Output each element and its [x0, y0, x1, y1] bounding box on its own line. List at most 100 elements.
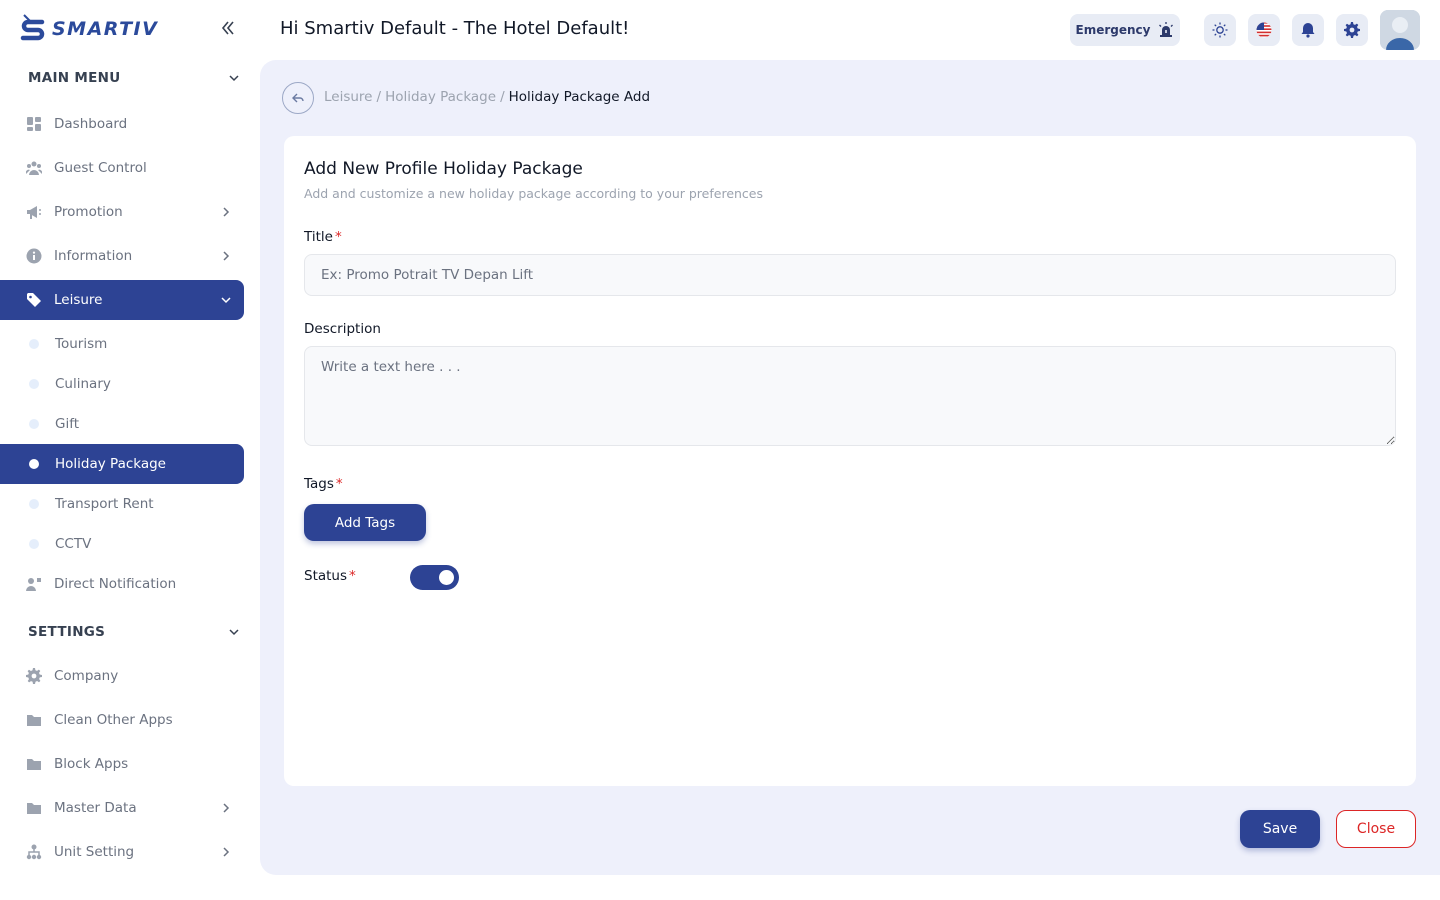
breadcrumb-current: Holiday Package Add	[508, 89, 651, 105]
sidebar-subitem-label: Tourism	[55, 336, 108, 352]
sidebar-item-label: Master Data	[54, 800, 137, 816]
bullet-dot	[29, 459, 39, 469]
status-label-text: Status	[304, 568, 348, 584]
save-button[interactable]: Save	[1240, 810, 1320, 848]
sidebar-subitem-tourism[interactable]: Tourism	[0, 324, 244, 364]
sidebar-subitem-culinary[interactable]: Culinary	[0, 364, 244, 404]
status-toggle[interactable]	[410, 565, 459, 590]
title-label-text: Title	[304, 229, 333, 245]
dashboard-icon	[27, 117, 41, 131]
sidebar-subitem-transport-rent[interactable]: Transport Rent	[0, 484, 244, 524]
bell-icon	[1301, 23, 1315, 38]
bullet-dot	[29, 499, 39, 509]
language-button[interactable]	[1248, 14, 1280, 46]
folder-icon	[27, 715, 41, 726]
notification-user-icon	[26, 578, 41, 591]
logo[interactable]: SMARTIV	[20, 12, 158, 46]
required-marker: *	[334, 229, 342, 245]
sidebar-item-label: Guest Control	[54, 160, 147, 176]
tags-label-text: Tags	[304, 476, 334, 492]
sidebar-subitem-cctv[interactable]: CCTV	[0, 524, 244, 564]
notifications-button[interactable]	[1292, 14, 1324, 46]
emergency-button[interactable]: Emergency	[1070, 14, 1180, 46]
chevron-right-icon	[223, 207, 230, 217]
tags-label: Tags *	[304, 476, 343, 492]
sidebar-item-label: Unit Setting	[54, 844, 135, 860]
smartiv-logo-icon	[20, 14, 45, 41]
users-icon	[26, 161, 42, 175]
add-tags-button[interactable]: Add Tags	[304, 504, 426, 541]
gear-icon	[1344, 22, 1360, 38]
breadcrumb-link-holiday-package[interactable]: Holiday Package	[385, 89, 496, 105]
sidebar-subitem-gift[interactable]: Gift	[0, 404, 244, 444]
sidebar-item-information[interactable]: Information	[0, 236, 244, 276]
chevron-down-icon	[229, 75, 239, 82]
user-avatar-icon	[1380, 10, 1420, 50]
sun-icon	[1212, 22, 1228, 38]
settings-header[interactable]: SETTINGS	[28, 620, 240, 644]
sidebar-subitem-label: Gift	[55, 416, 80, 432]
toggle-knob	[439, 570, 454, 585]
chevron-right-icon	[223, 847, 230, 857]
megaphone-icon	[27, 206, 41, 219]
settings-button[interactable]	[1336, 14, 1368, 46]
sidebar-item-label: Company	[54, 668, 119, 684]
us-flag-icon	[1256, 22, 1272, 38]
breadcrumb-separator: /	[376, 89, 382, 105]
avatar[interactable]	[1380, 10, 1420, 50]
sidebar-item-label: Block Apps	[54, 756, 129, 772]
sidebar-item-direct-notification[interactable]: Direct Notification	[0, 564, 244, 604]
sidebar-item-dashboard[interactable]: Dashboard	[0, 104, 244, 144]
back-arrow-icon	[292, 93, 304, 103]
sidebar-item-leisure[interactable]: Leisure	[0, 280, 244, 320]
bullet-dot	[29, 339, 39, 349]
sidebar-subitem-label: Culinary	[55, 376, 111, 392]
sidebar-item-label: Leisure	[54, 292, 103, 308]
hierarchy-icon	[26, 844, 42, 860]
form-subtitle: Add and customize a new holiday package …	[304, 186, 764, 201]
sidebar-subitem-label: CCTV	[55, 536, 92, 552]
title-input[interactable]	[304, 254, 1396, 296]
info-icon	[26, 248, 42, 264]
tag-icon	[27, 293, 41, 307]
bullet-dot	[29, 379, 39, 389]
main-menu-header[interactable]: MAIN MENU	[28, 66, 240, 90]
form-title: Add New Profile Holiday Package	[304, 159, 583, 179]
sidebar: SMARTIV MAIN MENU Dashboard Guest Contro…	[0, 0, 260, 900]
sidebar-subitem-holiday-package[interactable]: Holiday Package	[0, 444, 244, 484]
collapse-sidebar-icon[interactable]	[218, 18, 238, 38]
sidebar-subitem-label: Transport Rent	[55, 496, 154, 512]
sidebar-item-label: Direct Notification	[54, 576, 177, 592]
breadcrumb-separator: /	[500, 89, 505, 105]
sidebar-item-promotion[interactable]: Promotion	[0, 192, 244, 232]
sidebar-item-unit-setting[interactable]: Unit Setting	[0, 832, 244, 872]
folder-icon	[27, 759, 41, 770]
description-label: Description	[304, 321, 381, 337]
settings-label: SETTINGS	[28, 624, 106, 640]
description-textarea[interactable]	[304, 346, 1396, 446]
back-button[interactable]	[282, 82, 314, 114]
form-card	[284, 136, 1416, 786]
close-button[interactable]: Close	[1336, 810, 1416, 848]
sidebar-item-guest-control[interactable]: Guest Control	[0, 148, 244, 188]
required-marker: *	[349, 568, 356, 584]
chevron-right-icon	[223, 803, 230, 813]
title-label: Title *	[304, 229, 342, 245]
status-label: Status *	[304, 568, 356, 584]
bullet-dot	[29, 419, 39, 429]
sidebar-item-block-apps[interactable]: Block Apps	[0, 744, 244, 784]
theme-toggle-button[interactable]	[1204, 14, 1236, 46]
logo-text: SMARTIV	[52, 18, 159, 40]
sidebar-item-label: Clean Other Apps	[54, 712, 173, 728]
chevron-down-icon	[221, 297, 231, 304]
sidebar-item-master-data[interactable]: Master Data	[0, 788, 244, 828]
emergency-label: Emergency	[1075, 23, 1151, 37]
sidebar-item-clean-other-apps[interactable]: Clean Other Apps	[0, 700, 244, 740]
gear-icon	[26, 668, 42, 684]
main-menu-label: MAIN MENU	[28, 70, 121, 86]
breadcrumb-link-leisure[interactable]: Leisure	[324, 89, 373, 105]
sidebar-item-company[interactable]: Company	[0, 656, 244, 696]
chevron-down-icon	[229, 629, 239, 636]
siren-icon	[1159, 22, 1174, 37]
folder-icon	[27, 803, 41, 814]
